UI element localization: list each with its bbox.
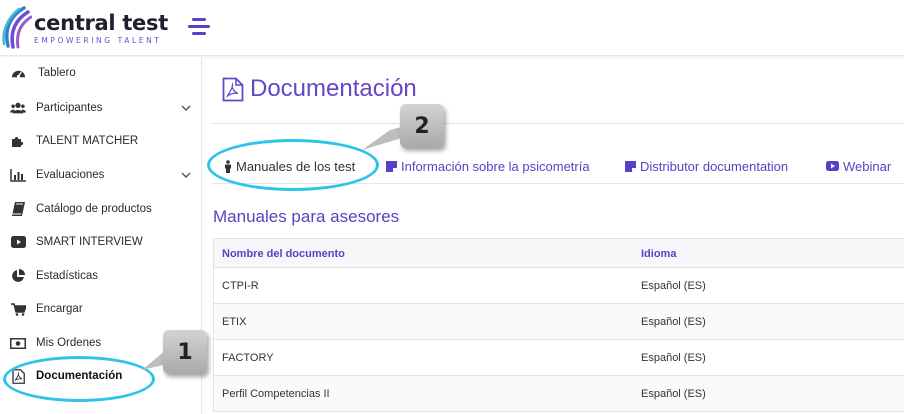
sidebar-item-smart-interview[interactable]: SMART INTERVIEW	[0, 226, 202, 258]
central-test-logo-mark	[2, 6, 32, 49]
divider	[212, 183, 904, 184]
tab-manuales-test[interactable]: Manuales de los test	[224, 155, 355, 177]
document-language: Español (ES)	[641, 352, 706, 364]
brand-tagline: EMPOWERING TALENT	[34, 36, 162, 45]
callout-badge-2: 2	[400, 104, 444, 148]
column-header-document-name[interactable]: Nombre del documento	[222, 239, 345, 269]
document-name[interactable]: ETIX	[222, 304, 246, 340]
book-icon	[10, 201, 26, 217]
sidebar-item-label: Evaluaciones	[36, 169, 105, 181]
tab-label: Webinar	[843, 158, 892, 174]
sidebar-item-label: Mis Ordenes	[36, 337, 102, 349]
tab-webinar[interactable]: Webinar	[826, 155, 891, 177]
sidebar-item-estadisticas[interactable]: Estadísticas	[0, 260, 202, 292]
note-icon	[625, 160, 636, 172]
callout-badge-1: 1	[163, 330, 207, 374]
tab-label: Información sobre la psicometría	[401, 158, 590, 174]
table-row[interactable]: Perfil Competencias II Español (ES)	[213, 376, 904, 412]
sidebar-item-label: Catálogo de productos	[36, 203, 152, 215]
sidebar-item-encargar[interactable]: Encargar	[0, 293, 202, 325]
document-name[interactable]: CTPI-R	[222, 268, 259, 304]
menu-toggle-icon[interactable]	[188, 18, 210, 36]
youtube-icon	[826, 161, 839, 171]
document-name[interactable]: Perfil Competencias II	[222, 376, 330, 412]
table-header: Nombre del documento Idioma	[213, 238, 904, 268]
sidebar-item-label: Participantes	[36, 102, 103, 114]
brand-logo[interactable]: central test EMPOWERING TALENT	[2, 6, 168, 50]
sidebar-item-tablero[interactable]: Tablero	[0, 57, 202, 89]
pie-chart-icon	[10, 268, 26, 284]
cart-icon	[10, 301, 26, 317]
tab-label: Distributor documentation	[640, 158, 789, 174]
documents-table: Nombre del documento Idioma CTPI-R Españ…	[213, 238, 904, 412]
chevron-down-icon[interactable]	[181, 170, 191, 180]
tab-distributor-documentation[interactable]: Distributor documentation	[625, 155, 788, 177]
users-icon	[10, 100, 26, 116]
document-language: Español (ES)	[641, 316, 706, 328]
chevron-down-icon[interactable]	[181, 103, 191, 113]
puzzle-icon	[10, 133, 26, 149]
sidebar-item-label: Tablero	[38, 67, 76, 79]
table-row[interactable]: ETIX Español (ES)	[213, 304, 904, 340]
dashboard-icon	[10, 65, 26, 81]
pdf-icon	[222, 77, 244, 101]
sidebar-item-label: Documentación	[36, 370, 123, 382]
video-icon	[10, 234, 26, 250]
tab-informacion-psicometria[interactable]: Información sobre la psicometría	[386, 155, 590, 177]
table-row[interactable]: FACTORY Español (ES)	[213, 340, 904, 376]
person-icon	[225, 159, 231, 173]
sidebar-item-evaluaciones[interactable]: Evaluaciones	[0, 159, 202, 191]
page-title-text: Documentación	[250, 75, 417, 102]
brand-name: central test	[34, 11, 168, 35]
divider	[212, 123, 904, 124]
tab-bar: Manuales de los test Información sobre l…	[212, 155, 904, 177]
table-row[interactable]: CTPI-R Español (ES)	[213, 268, 904, 304]
bar-chart-icon	[10, 167, 26, 183]
sidebar-item-talent-matcher[interactable]: TALENT MATCHER	[0, 125, 202, 157]
page-title: Documentación	[222, 75, 417, 103]
column-header-language[interactable]: Idioma	[641, 239, 676, 269]
document-language: Español (ES)	[641, 280, 706, 292]
money-icon	[10, 335, 26, 351]
section-title: Manuales para asesores	[213, 207, 400, 226]
sidebar-item-label: Encargar	[36, 303, 83, 315]
pdf-icon	[10, 368, 26, 384]
sidebar-item-label: Estadísticas	[36, 270, 98, 282]
tab-label: Manuales de los test	[236, 158, 356, 174]
note-icon	[386, 160, 397, 172]
sidebar-item-catalogo[interactable]: Catálogo de productos	[0, 193, 202, 225]
sidebar-item-label: TALENT MATCHER	[36, 135, 139, 147]
document-language: Español (ES)	[641, 388, 706, 400]
sidebar-item-label: SMART INTERVIEW	[36, 236, 143, 248]
document-name[interactable]: FACTORY	[222, 340, 274, 376]
top-header: central test EMPOWERING TALENT	[0, 0, 904, 56]
sidebar-item-participantes[interactable]: Participantes	[0, 92, 202, 124]
